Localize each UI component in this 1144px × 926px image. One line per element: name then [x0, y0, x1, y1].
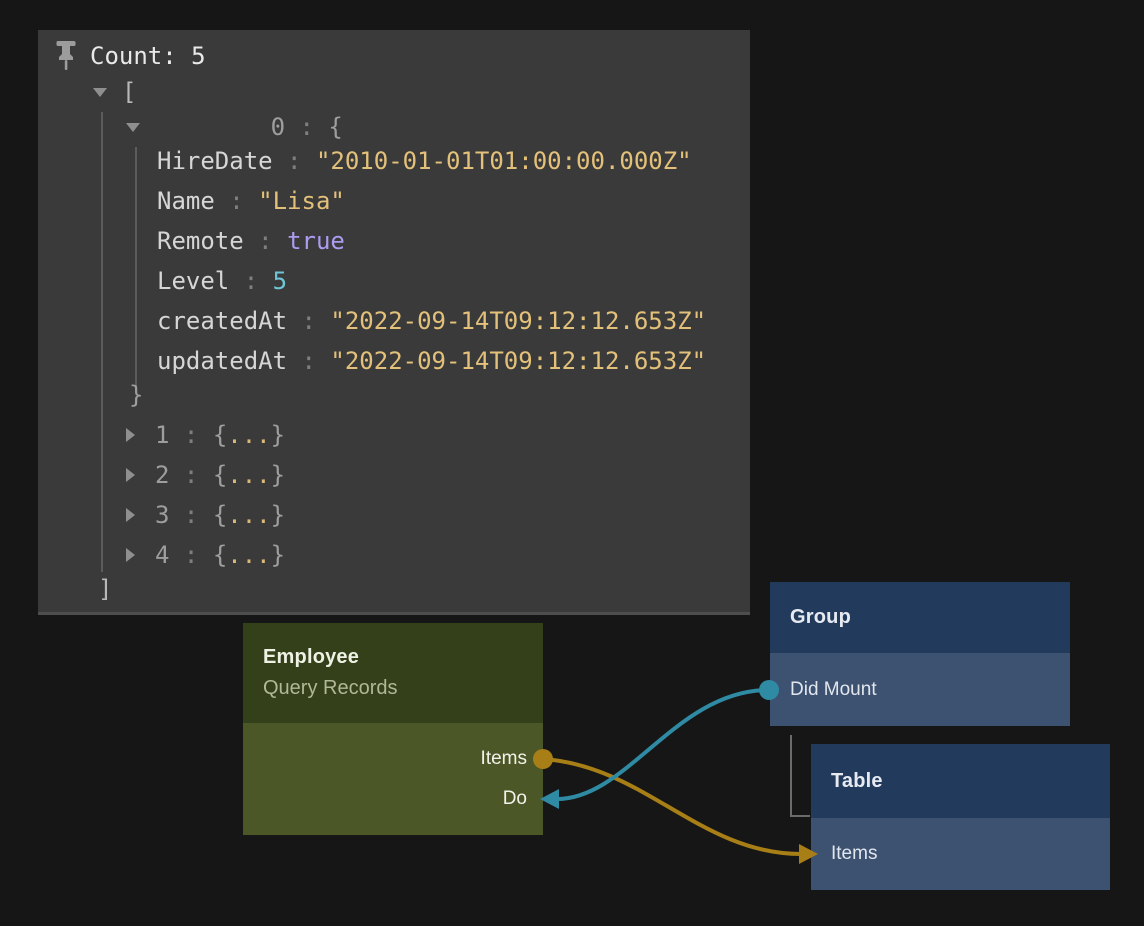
- colon-separator: :: [244, 227, 287, 255]
- colon-separator: :: [287, 307, 330, 335]
- open-brace: {: [328, 113, 342, 141]
- node-canvas: Count: 5 [ 0 : { HireDate : "2010-01-01T…: [0, 0, 1144, 926]
- item-index: 2: [155, 461, 169, 489]
- node-header[interactable]: Table: [811, 744, 1110, 818]
- tree-root-close: ]: [98, 569, 112, 609]
- field-value: true: [287, 227, 345, 255]
- node-header[interactable]: Group: [770, 582, 1070, 653]
- field-value: "2022-09-14T09:12:12.653Z": [330, 307, 706, 335]
- open-brace: {: [213, 461, 227, 489]
- tree-field-level: Level : 5: [157, 261, 287, 301]
- node-title: Employee: [263, 642, 543, 673]
- close-brace: }: [271, 541, 285, 569]
- tree-item-4-collapsed[interactable]: 4 : {...}: [126, 535, 285, 575]
- chevron-down-icon[interactable]: [126, 123, 140, 132]
- field-key: HireDate: [157, 147, 273, 175]
- chevron-down-icon[interactable]: [93, 88, 107, 97]
- tree-field-hiredate: HireDate : "2010-01-01T01:00:00.000Z": [157, 141, 692, 181]
- field-value: "2010-01-01T01:00:00.000Z": [316, 147, 692, 175]
- ellipsis: ...: [227, 501, 270, 529]
- ellipsis: ...: [227, 461, 270, 489]
- wire-didmount-to-do[interactable]: [557, 690, 769, 799]
- tree-field-updatedat: updatedAt : "2022-09-14T09:12:12.653Z": [157, 341, 706, 381]
- item-index: 0: [271, 113, 285, 141]
- item-index: 3: [155, 501, 169, 529]
- field-value: 5: [273, 267, 287, 295]
- chevron-right-icon[interactable]: [126, 428, 135, 442]
- tree-item-2-collapsed[interactable]: 2 : {...}: [126, 455, 285, 495]
- item-index: 1: [155, 421, 169, 449]
- tree-root-row: [: [93, 72, 136, 112]
- chevron-right-icon[interactable]: [126, 508, 135, 522]
- field-key: Name: [157, 187, 215, 215]
- colon-separator: :: [287, 347, 330, 375]
- tree-item-1-collapsed[interactable]: 1 : {...}: [126, 415, 285, 455]
- close-brace: }: [129, 381, 143, 409]
- ellipsis: ...: [227, 541, 270, 569]
- close-bracket: ]: [98, 575, 112, 603]
- chevron-right-icon[interactable]: [126, 468, 135, 482]
- tree-item-3-collapsed[interactable]: 3 : {...}: [126, 495, 285, 535]
- open-bracket: [: [122, 78, 136, 106]
- tree-indent-guide: [135, 147, 137, 388]
- colon-separator: :: [273, 147, 316, 175]
- node-title: Table: [831, 770, 1110, 793]
- colon-separator: :: [285, 113, 328, 141]
- count-label: Count: 5: [90, 42, 206, 70]
- port-did-mount-output[interactable]: Did Mount: [770, 653, 1070, 726]
- open-brace: {: [213, 421, 227, 449]
- colon-separator: :: [169, 501, 212, 529]
- node-employee-query-records[interactable]: Employee Query Records Items Do: [243, 623, 543, 835]
- field-value: "2022-09-14T09:12:12.653Z": [330, 347, 706, 375]
- node-header[interactable]: Employee Query Records: [243, 623, 543, 723]
- field-key: Remote: [157, 227, 244, 255]
- close-brace: }: [271, 501, 285, 529]
- tree-field-createdat: createdAt : "2022-09-14T09:12:12.653Z": [157, 301, 706, 341]
- tree-field-remote: Remote : true: [157, 221, 345, 261]
- node-subtitle: Query Records: [263, 673, 543, 704]
- field-value: "Lisa": [258, 187, 345, 215]
- ellipsis: ...: [227, 421, 270, 449]
- field-key: createdAt: [157, 307, 287, 335]
- node-group[interactable]: Group Did Mount: [770, 582, 1070, 726]
- wire-items-to-items[interactable]: [543, 759, 801, 854]
- field-key: Level: [157, 267, 229, 295]
- tree-field-name: Name : "Lisa": [157, 181, 345, 221]
- colon-separator: :: [229, 267, 272, 295]
- tree-item-0-close: }: [129, 375, 143, 415]
- inspector-header: Count: 5: [55, 36, 206, 76]
- colon-separator: :: [169, 461, 212, 489]
- port-items-input[interactable]: Items: [811, 818, 1110, 890]
- tree-indent-guide: [101, 112, 103, 572]
- open-brace: {: [213, 541, 227, 569]
- data-inspector-panel: Count: 5 [ 0 : { HireDate : "2010-01-01T…: [38, 30, 750, 615]
- colon-separator: :: [169, 421, 212, 449]
- node-body: Items Do: [243, 723, 543, 835]
- pin-icon[interactable]: [55, 41, 77, 71]
- node-table[interactable]: Table Items: [811, 744, 1110, 890]
- open-brace: {: [213, 501, 227, 529]
- port-items-output[interactable]: Items: [243, 739, 543, 779]
- close-brace: }: [271, 421, 285, 449]
- group-table-hierarchy-line: [791, 735, 810, 816]
- field-key: updatedAt: [157, 347, 287, 375]
- colon-separator: :: [215, 187, 258, 215]
- node-title: Group: [790, 606, 1070, 629]
- colon-separator: :: [169, 541, 212, 569]
- chevron-right-icon[interactable]: [126, 548, 135, 562]
- port-do-input[interactable]: Do: [243, 779, 543, 819]
- close-brace: }: [271, 461, 285, 489]
- item-index: 4: [155, 541, 169, 569]
